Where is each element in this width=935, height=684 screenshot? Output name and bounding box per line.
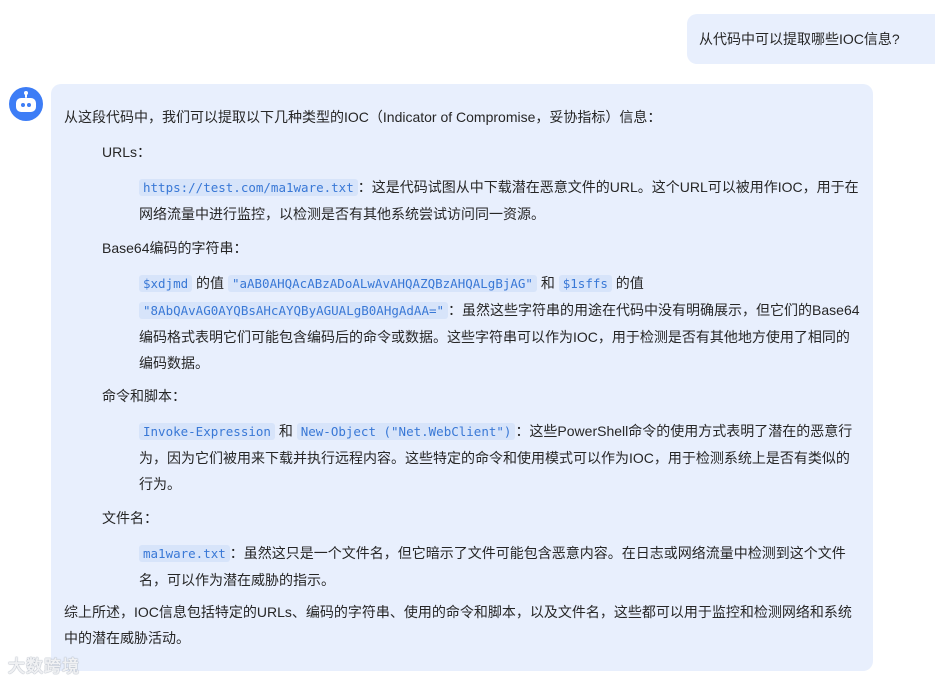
item-text: ：虽然这只是一个文件名，但它暗示了文件可能包含恶意内容。在日志或网络流量中检测到…	[139, 545, 846, 588]
user-message-bubble: 从代码中可以提取哪些IOC信息?	[687, 14, 935, 64]
watermark-text: 大数跨境	[8, 657, 80, 676]
item-text: 的值	[192, 275, 228, 291]
watermark: 大数跨境	[8, 652, 80, 677]
section-item-commands: Invoke-Expression 和 New-Object ("Net.Web…	[139, 418, 861, 497]
section-item-filename: ma1ware.txt ：虽然这只是一个文件名，但它暗示了文件可能包含恶意内容。在…	[139, 540, 861, 593]
section-heading-base64: Base64编码的字符串：	[102, 240, 248, 256]
code-var-1sffs: $1sffs	[558, 275, 612, 292]
code-url: https://test.com/ma1ware.txt	[139, 179, 358, 196]
code-invoke-expression: Invoke-Expression	[139, 423, 275, 440]
code-base64-1: "aAB0AHQAcABzADoALwAvAHQAZQBzAHQALgBjAG"	[227, 275, 537, 292]
section-item-base64: $xdjmd 的值 "aAB0AHQAcABzADoALwAvAHQAZQBzA…	[139, 270, 861, 376]
section-heading-urls: URLs：	[102, 144, 152, 160]
code-filename: ma1ware.txt	[139, 545, 230, 562]
code-var-xdjmd: $xdjmd	[139, 275, 193, 292]
section-heading-filename: 文件名：	[102, 510, 158, 526]
item-text: 的值	[611, 275, 644, 291]
reply-summary: 综上所述，IOC信息包括特定的URLs、编码的字符串、使用的命令和脚本，以及文件…	[64, 604, 852, 646]
reply-intro: 从这段代码中，我们可以提取以下几种类型的IOC（Indicator of Com…	[64, 109, 662, 125]
code-base64-2: "8AbQAvAG0AYQBsAHcAYQByAGUALgB0AHgAdAA="	[139, 302, 449, 319]
item-text: 和	[274, 423, 297, 439]
assistant-message-bubble: 从这段代码中，我们可以提取以下几种类型的IOC（Indicator of Com…	[51, 84, 873, 671]
item-text: 和	[536, 275, 559, 291]
section-heading-commands: 命令和脚本：	[102, 388, 186, 404]
code-new-object: New-Object ("Net.WebClient")	[296, 423, 516, 440]
user-message-text: 从代码中可以提取哪些IOC信息?	[699, 31, 900, 47]
section-item-urls: https://test.com/ma1ware.txt ：这是代码试图从中下载潜…	[139, 174, 861, 227]
assistant-avatar	[9, 87, 43, 121]
